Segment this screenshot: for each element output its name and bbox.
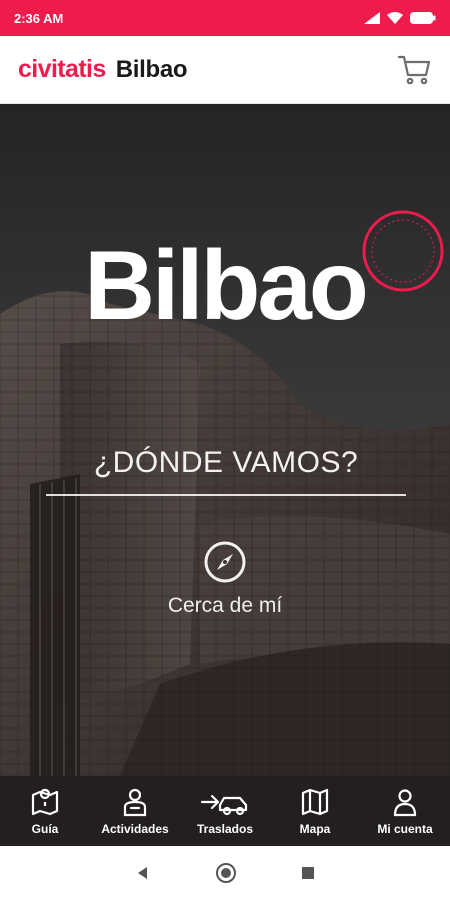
brand-logo[interactable]: civitatis [18, 55, 106, 84]
cart-button[interactable] [396, 52, 432, 88]
bottom-navigation: Guía Actividades Traslados Mapa Mi cuent… [0, 776, 450, 846]
system-navigation-bar [0, 846, 450, 900]
destination-search[interactable]: ¿DÓNDE VAMOS? [46, 446, 406, 480]
seal-stamp-icon [362, 210, 444, 292]
nav-item-mi-cuenta[interactable]: Mi cuenta [360, 786, 450, 836]
app-header: civitatis Bilbao [0, 36, 450, 104]
near-me-label: Cerca de mí [167, 594, 283, 617]
signal-icon [364, 12, 380, 24]
back-icon[interactable] [135, 865, 151, 881]
map-icon [300, 786, 330, 818]
nav-label-traslados: Traslados [196, 822, 254, 836]
nav-label-guia: Guía [31, 822, 59, 836]
near-me-button[interactable]: Cerca de mí [140, 540, 310, 618]
map-pin-icon [30, 786, 60, 818]
guide-person-icon [120, 786, 150, 818]
user-icon [390, 786, 420, 818]
transfer-car-icon [200, 786, 250, 818]
status-bar: 2:36 AM [0, 0, 450, 36]
status-time: 2:36 AM [14, 10, 64, 26]
nav-item-actividades[interactable]: Actividades [90, 786, 180, 836]
nav-item-traslados[interactable]: Traslados [180, 786, 270, 836]
nav-label-mi-cuenta: Mi cuenta [377, 822, 433, 836]
battery-icon [410, 12, 436, 24]
cart-icon [397, 55, 431, 84]
nav-label-mapa: Mapa [299, 822, 331, 836]
search-underline [46, 494, 406, 496]
page-title: Bilbao [115, 55, 188, 83]
hero-background-image [0, 104, 450, 776]
home-icon[interactable] [215, 862, 237, 884]
compass-icon [203, 540, 247, 584]
nav-item-guia[interactable]: Guía [0, 786, 90, 836]
nav-label-actividades: Actividades [101, 822, 169, 836]
wifi-icon [387, 12, 403, 24]
recents-icon[interactable] [301, 866, 315, 880]
status-icons [364, 12, 436, 24]
hero-banner: Bilbao ¿DÓNDE VAMOS? Cerca de mí [0, 104, 450, 776]
nav-item-mapa[interactable]: Mapa [270, 786, 360, 836]
